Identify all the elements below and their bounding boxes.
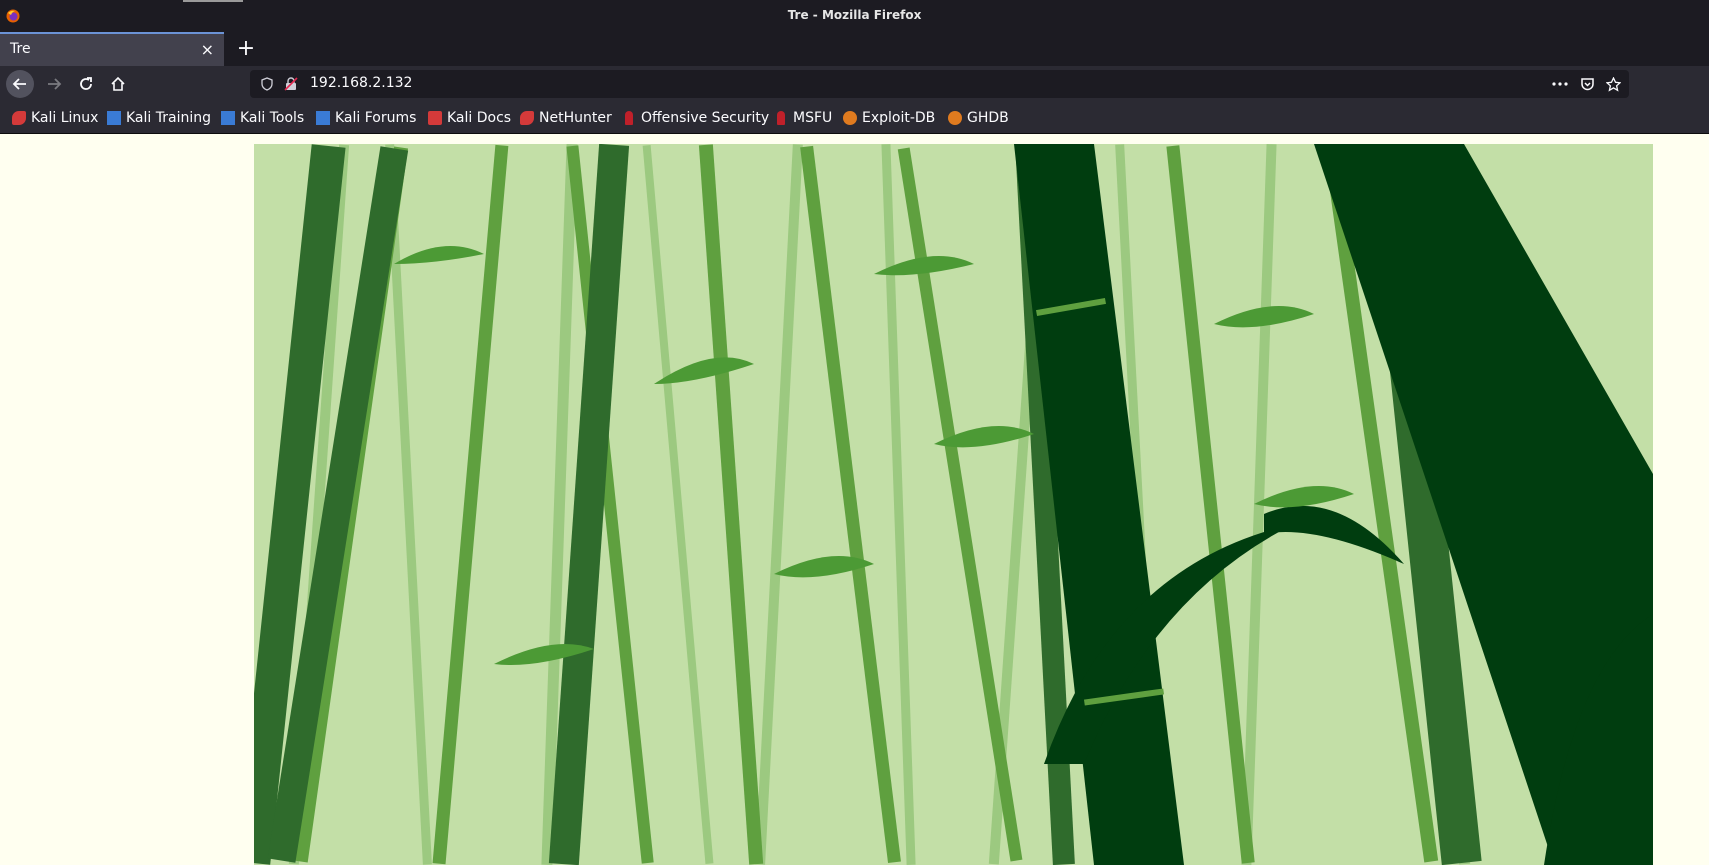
- page-content: [0, 134, 1709, 865]
- new-tab-button[interactable]: +: [232, 35, 260, 63]
- kali-training-icon: [107, 111, 121, 125]
- kali-tools-icon: [221, 111, 235, 125]
- bookmark-offensive-security[interactable]: Offensive Security: [622, 108, 769, 128]
- ghdb-icon: [948, 111, 962, 125]
- address-bar[interactable]: 192.168.2.132: [250, 70, 1629, 98]
- bookmark-msfu[interactable]: MSFU: [774, 108, 832, 128]
- window-title-bar: Tre - Mozilla Firefox: [0, 0, 1709, 32]
- forward-button[interactable]: [40, 70, 68, 98]
- kali-forums-icon: [316, 111, 330, 125]
- bookmark-ghdb[interactable]: GHDB: [948, 108, 1009, 128]
- bookmark-label: Kali Tools: [240, 110, 305, 126]
- bookmark-nethunter[interactable]: NetHunter: [520, 108, 612, 128]
- url-text: 192.168.2.132: [310, 75, 413, 91]
- bookmark-star-icon[interactable]: [1606, 77, 1621, 92]
- bookmark-label: GHDB: [967, 110, 1009, 126]
- nethunter-icon: [520, 111, 534, 125]
- bookmark-label: Kali Docs: [447, 110, 512, 126]
- reload-icon: [80, 77, 92, 90]
- insecure-connection-icon[interactable]: [284, 77, 298, 91]
- pocket-icon[interactable]: [1580, 77, 1595, 92]
- page-actions-icon[interactable]: [1552, 82, 1568, 86]
- tab-tre[interactable]: Tre ×: [0, 32, 224, 66]
- bookmark-exploit-db[interactable]: Exploit-DB: [843, 108, 935, 128]
- forward-arrow-icon: [48, 78, 62, 90]
- reload-button[interactable]: [72, 70, 100, 98]
- bookmark-label: Kali Forums: [335, 110, 417, 126]
- tab-label: Tre: [10, 41, 31, 57]
- bamboo-forest-image: [254, 144, 1653, 865]
- offsec-icon: [625, 111, 633, 125]
- msfu-icon: [777, 111, 785, 125]
- bookmark-label: Kali Linux: [31, 110, 99, 126]
- bookmark-label: Exploit-DB: [862, 110, 936, 126]
- back-button[interactable]: [6, 70, 34, 98]
- tab-strip: Tre × +: [0, 32, 1709, 66]
- tracking-shield-icon[interactable]: [260, 77, 274, 91]
- home-icon: [111, 76, 125, 91]
- bookmark-label: Kali Training: [126, 110, 211, 126]
- tab-close-icon[interactable]: ×: [201, 40, 214, 59]
- bookmarks-toolbar: Kali Linux Kali Training Kali Tools Kali…: [0, 102, 1709, 134]
- bookmark-kali-training[interactable]: Kali Training: [107, 108, 211, 128]
- window-title: Tre - Mozilla Firefox: [787, 8, 922, 22]
- kali-docs-icon: [428, 111, 442, 125]
- exploit-db-icon: [843, 111, 857, 125]
- workspace-indicator: [183, 0, 243, 2]
- bookmark-kali-linux[interactable]: Kali Linux: [12, 108, 98, 128]
- bookmark-label: Offensive Security: [641, 110, 770, 126]
- kali-dragon-icon: [12, 111, 26, 125]
- bookmark-label: MSFU: [793, 110, 833, 126]
- bookmark-kali-tools[interactable]: Kali Tools: [221, 108, 304, 128]
- back-arrow-icon: [12, 78, 26, 90]
- bookmark-label: NetHunter: [539, 110, 612, 126]
- home-button[interactable]: [104, 70, 132, 98]
- bookmark-kali-docs[interactable]: Kali Docs: [428, 108, 511, 128]
- bookmark-kali-forums[interactable]: Kali Forums: [316, 108, 416, 128]
- navigation-bar: 192.168.2.132: [0, 66, 1709, 102]
